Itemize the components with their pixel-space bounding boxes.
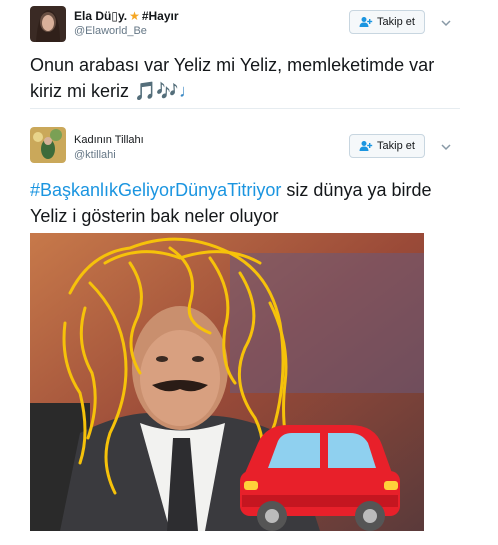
- user-handle[interactable]: @Elaworld_Be: [74, 25, 147, 37]
- follow-user-icon: [359, 16, 373, 28]
- music-notes-emoji: 🎵🎶♩: [134, 81, 197, 101]
- follow-button[interactable]: Takip et: [349, 10, 425, 34]
- chevron-down-icon[interactable]: [440, 16, 452, 28]
- tweet-1: Ela Dü▯y. ★ #Hayır @Elaworld_Be Takip et O…: [0, 0, 498, 109]
- display-name[interactable]: Ela Dü▯y. ★ #Hayır: [74, 9, 179, 23]
- display-name[interactable]: Kadının Tillahı: [74, 134, 144, 146]
- hashtag-link[interactable]: #BaşkanlıkGeliyorDünyaTitriyor: [30, 180, 281, 200]
- user-handle[interactable]: @ktillahi: [74, 149, 116, 161]
- star-icon: ★: [129, 9, 140, 23]
- avatar[interactable]: [30, 127, 66, 163]
- tweet-text: #BaşkanlıkGeliyorDünyaTitriyor siz dünya…: [30, 180, 432, 226]
- follow-button[interactable]: Takip et: [349, 134, 425, 158]
- divider: [30, 108, 460, 109]
- tweet-text: Onun arabası var Yeliz mi Yeliz, memleke…: [30, 55, 435, 101]
- car-emoji: [240, 425, 400, 531]
- follow-user-icon: [359, 140, 373, 152]
- avatar[interactable]: [30, 6, 66, 42]
- chevron-down-icon[interactable]: [440, 140, 452, 152]
- tweet-photo[interactable]: [30, 233, 424, 531]
